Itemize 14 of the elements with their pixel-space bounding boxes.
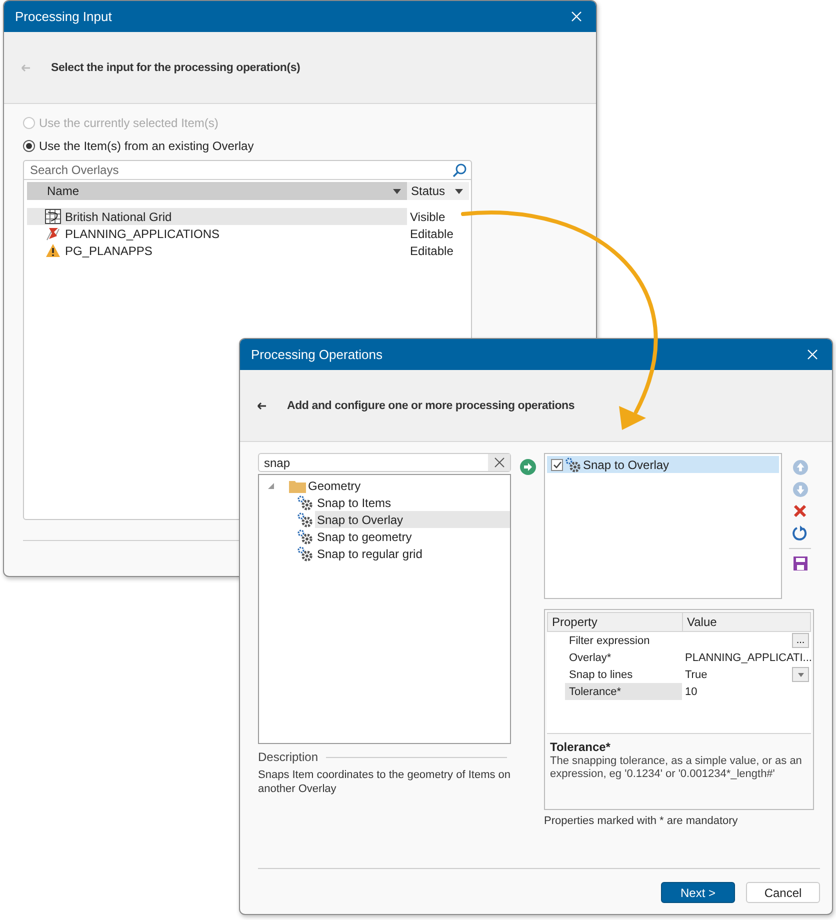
description-label: Description [258, 750, 318, 764]
status-cell-text: Visible [409, 208, 446, 225]
column-header: Property [547, 612, 682, 632]
status-cell-text: Editable [409, 242, 454, 259]
description-text: Snaps Item coordinates to the geometry of Items on another Overlay [258, 768, 511, 796]
status-cell-text: Editable [409, 226, 454, 242]
help-title: Tolerance* [549, 739, 612, 754]
mandatory-note: Properties marked with * are mandatory [544, 815, 739, 827]
window-title: Processing Operations [251, 347, 383, 362]
column-header: Value [682, 612, 811, 632]
step-heading: Add and configure one or more processing operations [287, 400, 575, 412]
window-title: Processing Input [15, 9, 112, 24]
help-text: The snapping tolerance, as a simple value, or as an expression, eg '0.1234' or '0.001234*_length#' [550, 755, 803, 781]
step-heading: Select the input for the processing operation(s) [51, 62, 300, 74]
